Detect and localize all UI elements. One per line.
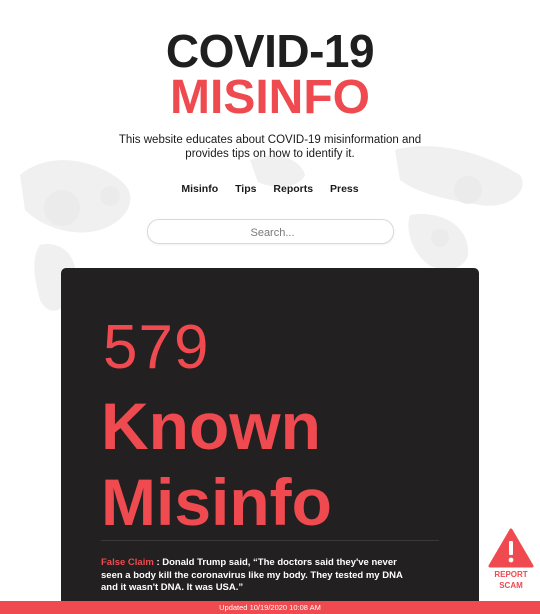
nav-item-reports[interactable]: Reports bbox=[273, 183, 313, 195]
false-claim-label: False Claim bbox=[101, 557, 154, 568]
updated-footer: Updated 10/19/2020 10:08 AM bbox=[0, 601, 540, 614]
stats-card: 579 Known Misinfo False Claim : Donald T… bbox=[61, 268, 479, 614]
site-title-line2: MISINFO bbox=[170, 71, 370, 124]
false-claim-entry: False Claim : Donald Trump said, “The do… bbox=[101, 557, 421, 595]
nav-item-tips[interactable]: Tips bbox=[235, 183, 256, 195]
report-label-line1: REPORT bbox=[494, 570, 528, 579]
stats-label-misinfo: Misinfo bbox=[101, 465, 332, 539]
nav-item-press[interactable]: Press bbox=[330, 183, 359, 195]
card-divider bbox=[101, 540, 439, 541]
main-nav: Misinfo Tips Reports Press bbox=[0, 183, 540, 195]
site-tagline: This website educates about COVID-19 mis… bbox=[118, 134, 422, 160]
search-input[interactable] bbox=[148, 220, 397, 245]
search-box bbox=[147, 219, 397, 245]
stats-label-known: Known bbox=[101, 389, 321, 463]
site-title-line1: COVID-19 bbox=[165, 25, 375, 77]
nav-item-misinfo[interactable]: Misinfo bbox=[181, 183, 218, 195]
misinfo-count: 579 bbox=[103, 313, 210, 382]
warning-triangle-icon bbox=[488, 528, 534, 568]
report-label-line2: SCAM bbox=[499, 581, 523, 590]
report-scam-button[interactable]: REPORT SCAM bbox=[486, 528, 536, 596]
